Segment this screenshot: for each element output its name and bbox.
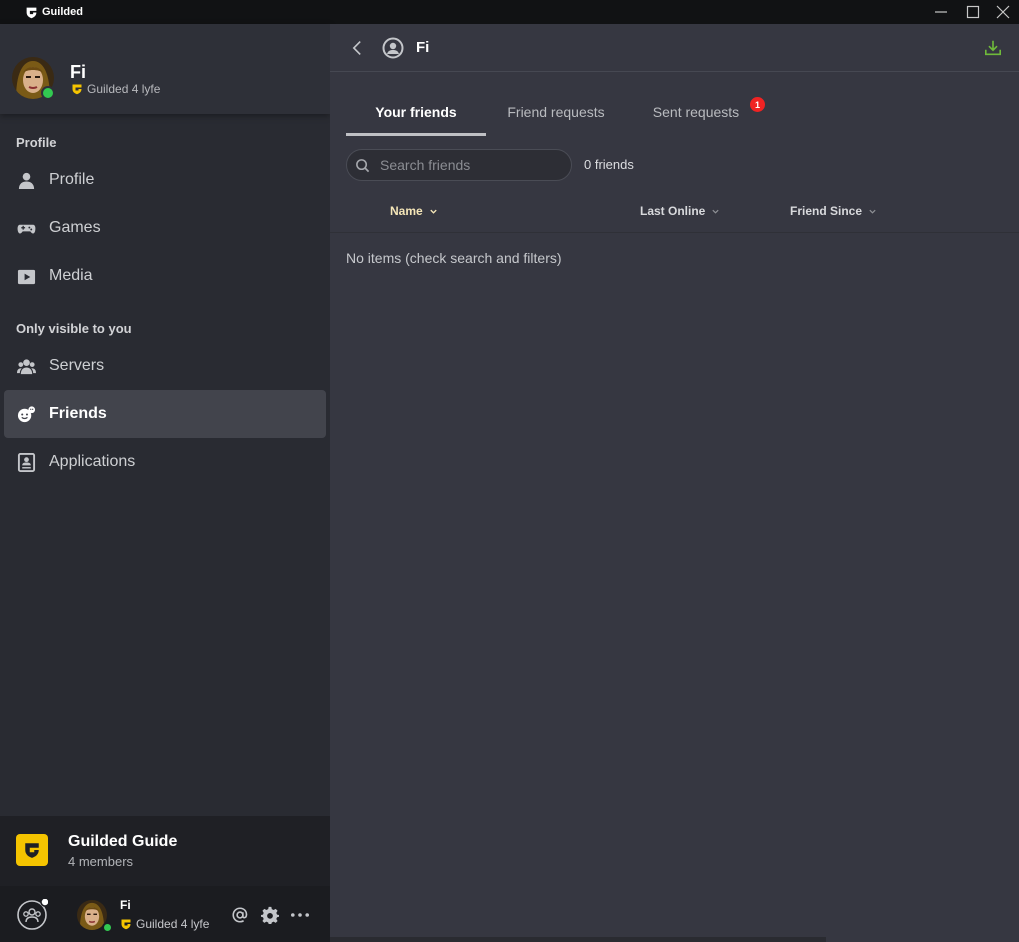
sidebar-item-label: Media [49, 267, 93, 284]
tab-your-friends[interactable]: Your friends [346, 104, 486, 136]
column-header-label: Last Online [640, 204, 706, 218]
chevron-down-icon [430, 209, 437, 214]
sidebar-item-applications[interactable]: Applications [4, 438, 326, 486]
community-icon [17, 899, 48, 930]
column-divider [330, 232, 1019, 233]
section-label-private: Only visible to you [16, 321, 132, 336]
sidebar-item-label: Games [49, 219, 101, 236]
page-title: Fi [416, 39, 430, 56]
sidebar-item-media[interactable]: Media [4, 252, 326, 300]
sidebar-item-friends[interactable]: Friends [4, 390, 326, 438]
user-tagline: Guilded 4 lyfe [71, 82, 160, 96]
minimize-icon [935, 11, 947, 13]
search-field[interactable] [346, 149, 572, 181]
more-options-button[interactable] [288, 905, 312, 925]
gamepad-icon [16, 218, 36, 238]
server-member-count: 4 members [68, 854, 134, 869]
people-icon [16, 356, 36, 376]
sidebar: Fi Guilded 4 lyfe Profile Profile Games … [0, 24, 330, 942]
friend-count: 0 friends [584, 157, 634, 172]
user-header: Fi Guilded 4 lyfe [0, 24, 330, 114]
column-header-last-online[interactable]: Last Online [640, 204, 720, 218]
online-status-indicator [41, 86, 55, 100]
server-logo-icon [16, 834, 48, 866]
applications-icon [16, 452, 36, 472]
tab-label: Your friends [375, 104, 457, 120]
maximize-icon [966, 5, 980, 19]
app-brand: Guilded [25, 6, 83, 19]
column-header-name[interactable]: Name [390, 204, 438, 218]
empty-state-message: No items (check search and filters) [346, 250, 562, 266]
search-icon [356, 158, 370, 172]
server-name: Guilded Guide [68, 833, 178, 850]
column-header-label: Name [390, 204, 423, 218]
at-sign-icon [232, 907, 248, 923]
column-header-label: Friend Since [790, 204, 863, 218]
guilded-badge-icon [121, 919, 131, 930]
play-icon [16, 266, 36, 286]
close-icon [996, 5, 1010, 19]
main-panel: Fi Your friends Friend requests Sent req… [330, 24, 1019, 942]
bottom-user-tagline: Guilded 4 lyfe [120, 917, 209, 931]
chevron-down-icon [869, 209, 876, 214]
sidebar-item-label: Servers [49, 357, 105, 374]
user-circle-icon [382, 37, 404, 59]
tab-friend-requests[interactable]: Friend requests [496, 104, 616, 136]
tab-label: Sent requests [652, 104, 740, 120]
person-icon [16, 170, 36, 190]
friends-activity-button[interactable] [16, 899, 48, 931]
sidebar-item-profile[interactable]: Profile [4, 156, 326, 204]
user-name: Fi [70, 62, 86, 82]
bottom-user-bar: Fi Guilded 4 lyfe [0, 886, 330, 942]
online-status-indicator [102, 922, 113, 933]
settings-button[interactable] [260, 905, 280, 925]
server-card[interactable]: Guilded Guide 4 members [0, 816, 330, 886]
ellipsis-icon [291, 913, 309, 917]
friends-icon [16, 404, 36, 424]
app-title: Guilded [42, 6, 83, 18]
column-header-friend-since[interactable]: Friend Since [790, 204, 877, 218]
tab-label: Friend requests [507, 104, 605, 120]
chevron-down-icon [712, 209, 719, 214]
close-window-button[interactable] [988, 0, 1018, 24]
search-input[interactable] [380, 157, 560, 173]
guilded-logo-icon [26, 7, 37, 18]
download-icon [984, 40, 1002, 56]
download-button[interactable] [982, 37, 1004, 59]
title-bar: Guilded [0, 0, 1019, 24]
sidebar-item-games[interactable]: Games [4, 204, 326, 252]
section-label-profile: Profile [16, 135, 57, 150]
main-header: Fi [330, 24, 1019, 72]
chevron-left-icon [352, 41, 361, 55]
bottom-user-name: Fi [120, 898, 131, 912]
guilded-badge-icon [72, 84, 82, 95]
horizontal-scrollbar[interactable] [330, 937, 826, 942]
bottom-user-tagline-text: Guilded 4 lyfe [136, 917, 210, 931]
mentions-button[interactable] [230, 905, 250, 925]
tab-sent-requests[interactable]: Sent requests [640, 104, 752, 136]
user-tagline-text: Guilded 4 lyfe [87, 82, 161, 96]
sidebar-item-label: Profile [49, 171, 95, 188]
notification-badge: 1 [750, 97, 765, 112]
sidebar-item-label: Friends [49, 405, 107, 422]
sidebar-item-servers[interactable]: Servers [4, 342, 326, 390]
gear-icon [261, 906, 279, 924]
minimize-button[interactable] [926, 0, 956, 24]
maximize-button[interactable] [958, 0, 988, 24]
back-button[interactable] [346, 36, 368, 60]
sidebar-item-label: Applications [49, 453, 136, 470]
